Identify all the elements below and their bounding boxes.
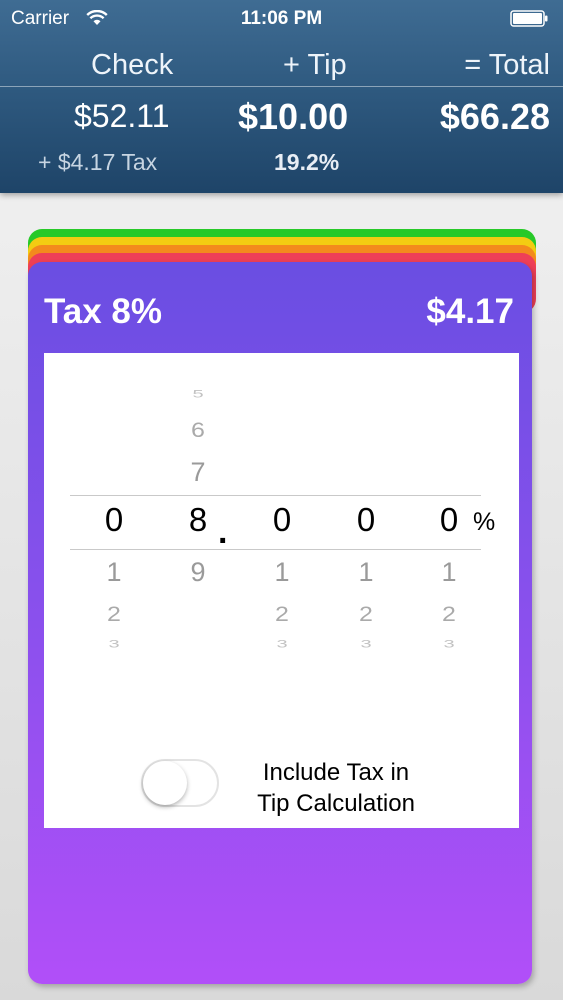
picker-value: 0 — [272, 501, 292, 538]
picker-option: 1 — [441, 557, 457, 587]
tax-card-title: Tax 8% — [44, 292, 163, 331]
picker-option: 9 — [190, 557, 206, 587]
picker-option: 3 — [443, 638, 455, 651]
picker-option: 1 — [274, 557, 290, 587]
tax-card: Tax 8% $4.17 0 1 2 3 5 6 7 8 9 . 0 1 2 3… — [28, 262, 532, 984]
picker-option: 2 — [107, 602, 121, 626]
picker-option: 6 — [191, 418, 205, 442]
picker-option: 3 — [276, 638, 288, 651]
picker-selection-bottom — [70, 549, 481, 550]
percent-sign: % — [473, 508, 496, 536]
picker-option: 1 — [358, 557, 374, 587]
picker-option: 5 — [192, 388, 204, 401]
picker-value: 0 — [439, 501, 459, 538]
picker-option: 3 — [108, 638, 120, 651]
picker-option: 2 — [359, 602, 373, 626]
picker-value: 0 — [356, 501, 376, 538]
picker-value: 0 — [104, 501, 124, 538]
picker-option: 7 — [190, 457, 206, 487]
tax-card-amount: $4.17 — [426, 292, 514, 331]
picker-option: 2 — [275, 602, 289, 626]
picker-value: 8 — [188, 501, 208, 538]
include-tax-label-line2: Tip Calculation — [257, 790, 415, 817]
include-tax-label: Include Tax in Tip Calculation — [236, 757, 436, 819]
include-tax-label-line1: Include Tax in — [262, 759, 410, 786]
decimal-point: . — [218, 513, 228, 551]
picker-selection-top — [70, 495, 481, 496]
tax-rate-panel: 0 1 2 3 5 6 7 8 9 . 0 1 2 3 0 1 2 3 0 1 … — [44, 353, 519, 828]
card-stack: Tax 8% $4.17 0 1 2 3 5 6 7 8 9 . 0 1 2 3… — [0, 0, 563, 1000]
toggle-knob — [143, 761, 187, 805]
include-tax-toggle[interactable] — [141, 759, 219, 807]
picker-option: 2 — [442, 602, 456, 626]
picker-option: 3 — [360, 638, 372, 651]
picker-option: 1 — [106, 557, 122, 587]
